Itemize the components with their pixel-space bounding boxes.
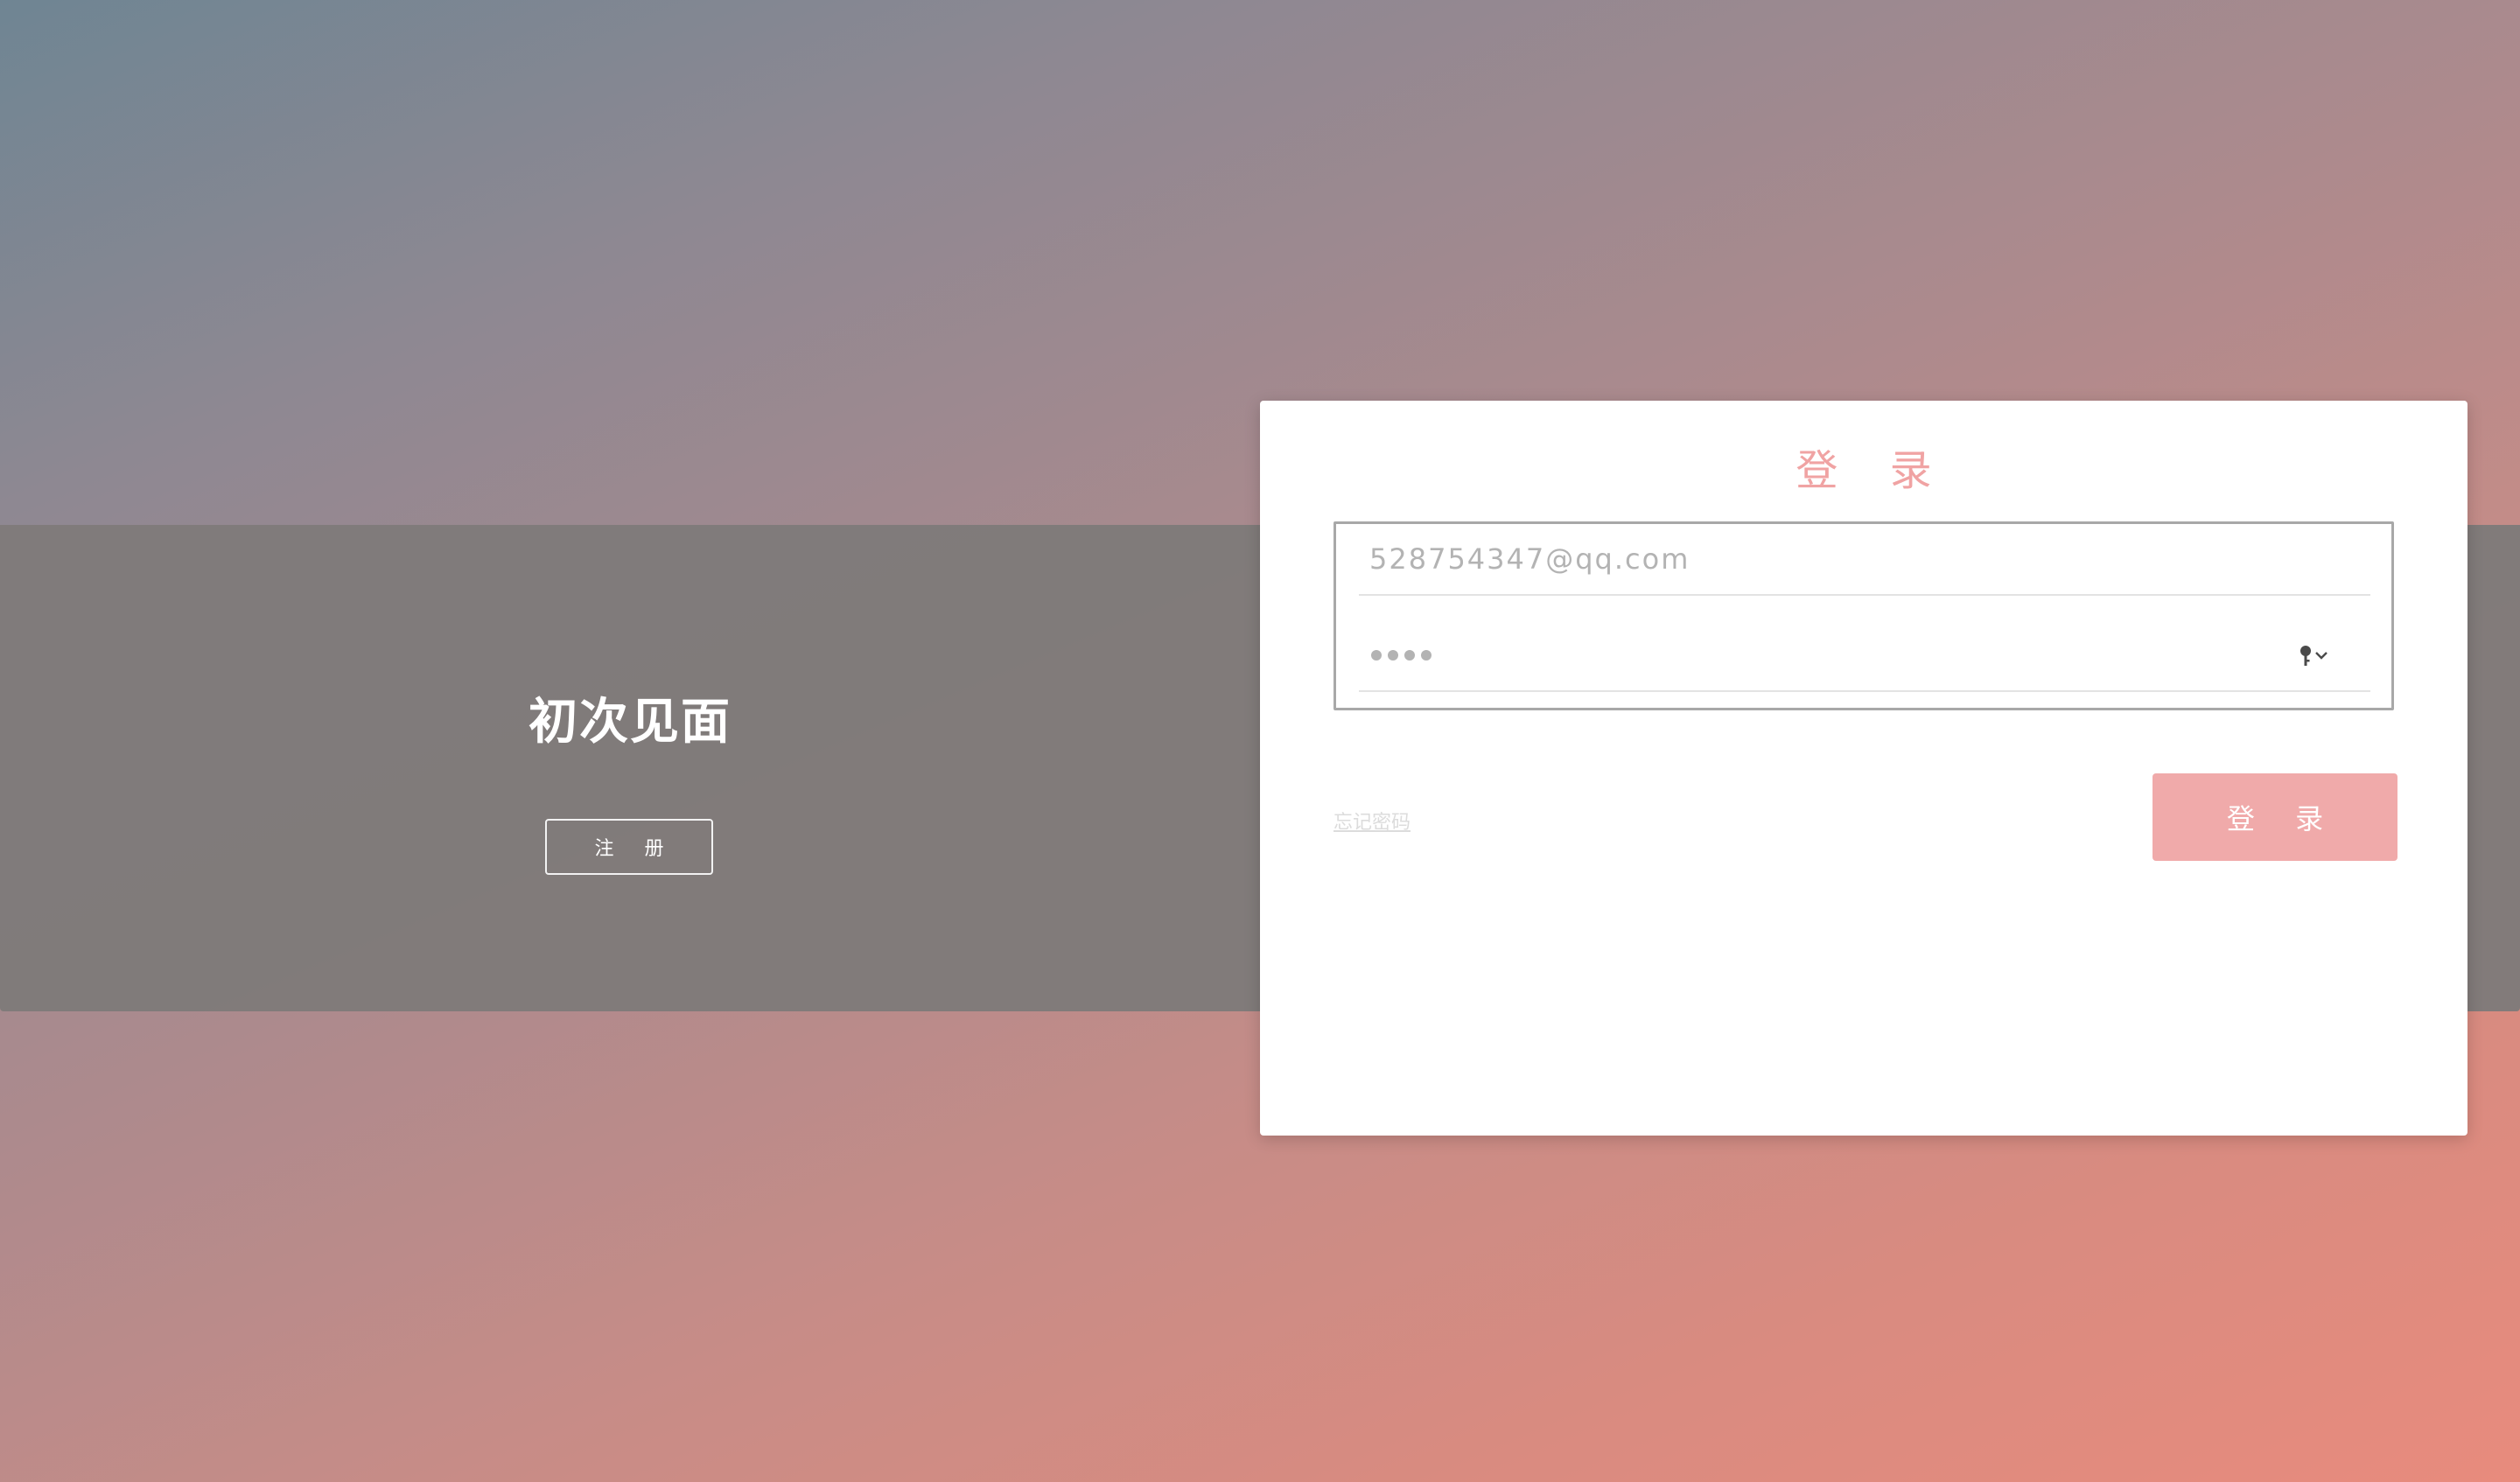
password-field[interactable] [1359,620,2370,692]
forgot-password-link[interactable]: 忘记密码 [1334,807,1410,835]
login-card: 登 录 528754347@qq.com 忘记密码 登 录 [1260,401,2468,1136]
password-mask-dot [1388,650,1398,661]
login-title: 登 录 [1796,446,1951,495]
password-mask-dot [1421,650,1432,661]
login-button[interactable]: 登 录 [2152,773,2398,861]
credentials-box: 528754347@qq.com [1334,521,2394,710]
key-with-chevron-down-icon[interactable] [2297,642,2335,668]
password-value [1359,650,2297,661]
welcome-heading: 初次见面 [528,694,732,751]
email-value: 528754347@qq.com [1369,542,1690,576]
password-mask-dot [1371,650,1382,661]
password-mask-dot [1404,650,1415,661]
email-field[interactable]: 528754347@qq.com [1359,524,2370,596]
register-button[interactable]: 注 册 [545,819,713,875]
